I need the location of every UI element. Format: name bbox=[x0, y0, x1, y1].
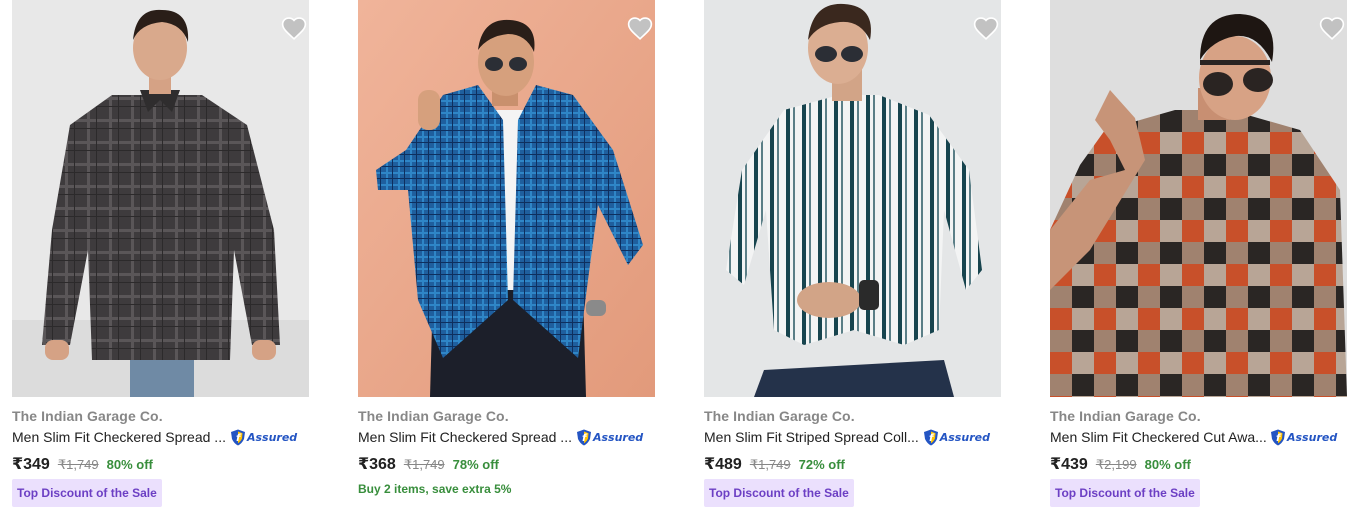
assured-badge: f Assured bbox=[576, 429, 643, 446]
selling-price: ₹368 bbox=[358, 456, 396, 473]
original-price: ₹1,749 bbox=[57, 457, 99, 472]
selling-price: ₹349 bbox=[12, 456, 50, 473]
wishlist-button[interactable] bbox=[625, 14, 655, 42]
discount-percent: 72% off bbox=[798, 457, 845, 472]
product-image[interactable] bbox=[12, 0, 309, 397]
product-brand: The Indian Garage Co. bbox=[12, 408, 163, 424]
assured-label: Assured bbox=[592, 430, 644, 444]
original-price: ₹1,749 bbox=[403, 457, 445, 472]
wishlist-button[interactable] bbox=[279, 14, 309, 42]
assured-label: Assured bbox=[1287, 430, 1338, 444]
product-title-row: Men Slim Fit Striped Spread Coll... f As… bbox=[704, 428, 1001, 446]
selling-price: ₹489 bbox=[704, 456, 742, 473]
shirt-photo-orange-checked bbox=[1050, 0, 1347, 397]
product-card[interactable]: The Indian Garage Co. Men Slim Fit Check… bbox=[12, 0, 309, 514]
discount-percent: 80% off bbox=[106, 457, 153, 472]
product-image[interactable] bbox=[1050, 0, 1347, 397]
discount-percent: 78% off bbox=[452, 457, 499, 472]
heart-icon bbox=[627, 17, 653, 40]
product-grid: The Indian Garage Co. Men Slim Fit Check… bbox=[0, 0, 1361, 514]
shirt-photo-blue-checked bbox=[358, 0, 655, 397]
product-title-row: Men Slim Fit Checkered Cut Awa... f Assu… bbox=[1050, 428, 1347, 446]
original-price: ₹1,749 bbox=[749, 457, 791, 472]
price-row: ₹489 ₹1,749 72% off bbox=[704, 454, 845, 474]
assured-shield-icon: f bbox=[576, 429, 591, 445]
sale-badge: Top Discount of the Sale bbox=[1050, 479, 1200, 507]
price-row: ₹439 ₹2,199 80% off bbox=[1050, 454, 1191, 474]
assured-badge: f Assured bbox=[1270, 429, 1337, 446]
product-title-row: Men Slim Fit Checkered Spread ... f Assu… bbox=[358, 428, 655, 446]
assured-shield-icon: f bbox=[230, 429, 245, 445]
price-row: ₹349 ₹1,749 80% off bbox=[12, 454, 153, 474]
assured-shield-icon: f bbox=[1271, 429, 1285, 445]
wishlist-button[interactable] bbox=[1317, 14, 1347, 42]
shirt-photo-white-striped bbox=[704, 0, 1001, 397]
product-title-row: Men Slim Fit Checkered Spread ... f Assu… bbox=[12, 428, 309, 446]
assured-badge: f Assured bbox=[923, 429, 990, 446]
wishlist-button[interactable] bbox=[971, 14, 1001, 42]
heart-icon bbox=[281, 17, 307, 40]
sale-badge: Top Discount of the Sale bbox=[12, 479, 162, 507]
product-brand: The Indian Garage Co. bbox=[704, 408, 855, 424]
product-image[interactable] bbox=[358, 0, 655, 397]
product-title[interactable]: Men Slim Fit Checkered Spread ... bbox=[358, 429, 572, 445]
selling-price: ₹439 bbox=[1050, 456, 1088, 473]
product-title[interactable]: Men Slim Fit Checkered Cut Awa... bbox=[1050, 429, 1266, 445]
heart-icon bbox=[1319, 17, 1345, 40]
assured-badge: f Assured bbox=[230, 429, 297, 446]
product-image[interactable] bbox=[704, 0, 1001, 397]
product-title[interactable]: Men Slim Fit Checkered Spread ... bbox=[12, 429, 226, 445]
sale-badge: Top Discount of the Sale bbox=[704, 479, 854, 507]
original-price: ₹2,199 bbox=[1095, 457, 1137, 472]
product-brand: The Indian Garage Co. bbox=[1050, 408, 1201, 424]
product-card[interactable]: The Indian Garage Co. Men Slim Fit Check… bbox=[1050, 0, 1347, 514]
product-brand: The Indian Garage Co. bbox=[358, 408, 509, 424]
shirt-photo-dark-grey-checked bbox=[12, 0, 309, 397]
heart-icon bbox=[973, 17, 999, 40]
bundle-offer-text: Buy 2 items, save extra 5% bbox=[358, 482, 512, 496]
assured-shield-icon: f bbox=[923, 429, 938, 445]
product-title[interactable]: Men Slim Fit Striped Spread Coll... bbox=[704, 429, 919, 445]
product-card[interactable]: The Indian Garage Co. Men Slim Fit Check… bbox=[358, 0, 655, 514]
assured-label: Assured bbox=[246, 430, 298, 444]
discount-percent: 80% off bbox=[1144, 457, 1191, 472]
product-card[interactable]: The Indian Garage Co. Men Slim Fit Strip… bbox=[704, 0, 1001, 514]
assured-label: Assured bbox=[939, 430, 990, 444]
price-row: ₹368 ₹1,749 78% off bbox=[358, 454, 499, 474]
